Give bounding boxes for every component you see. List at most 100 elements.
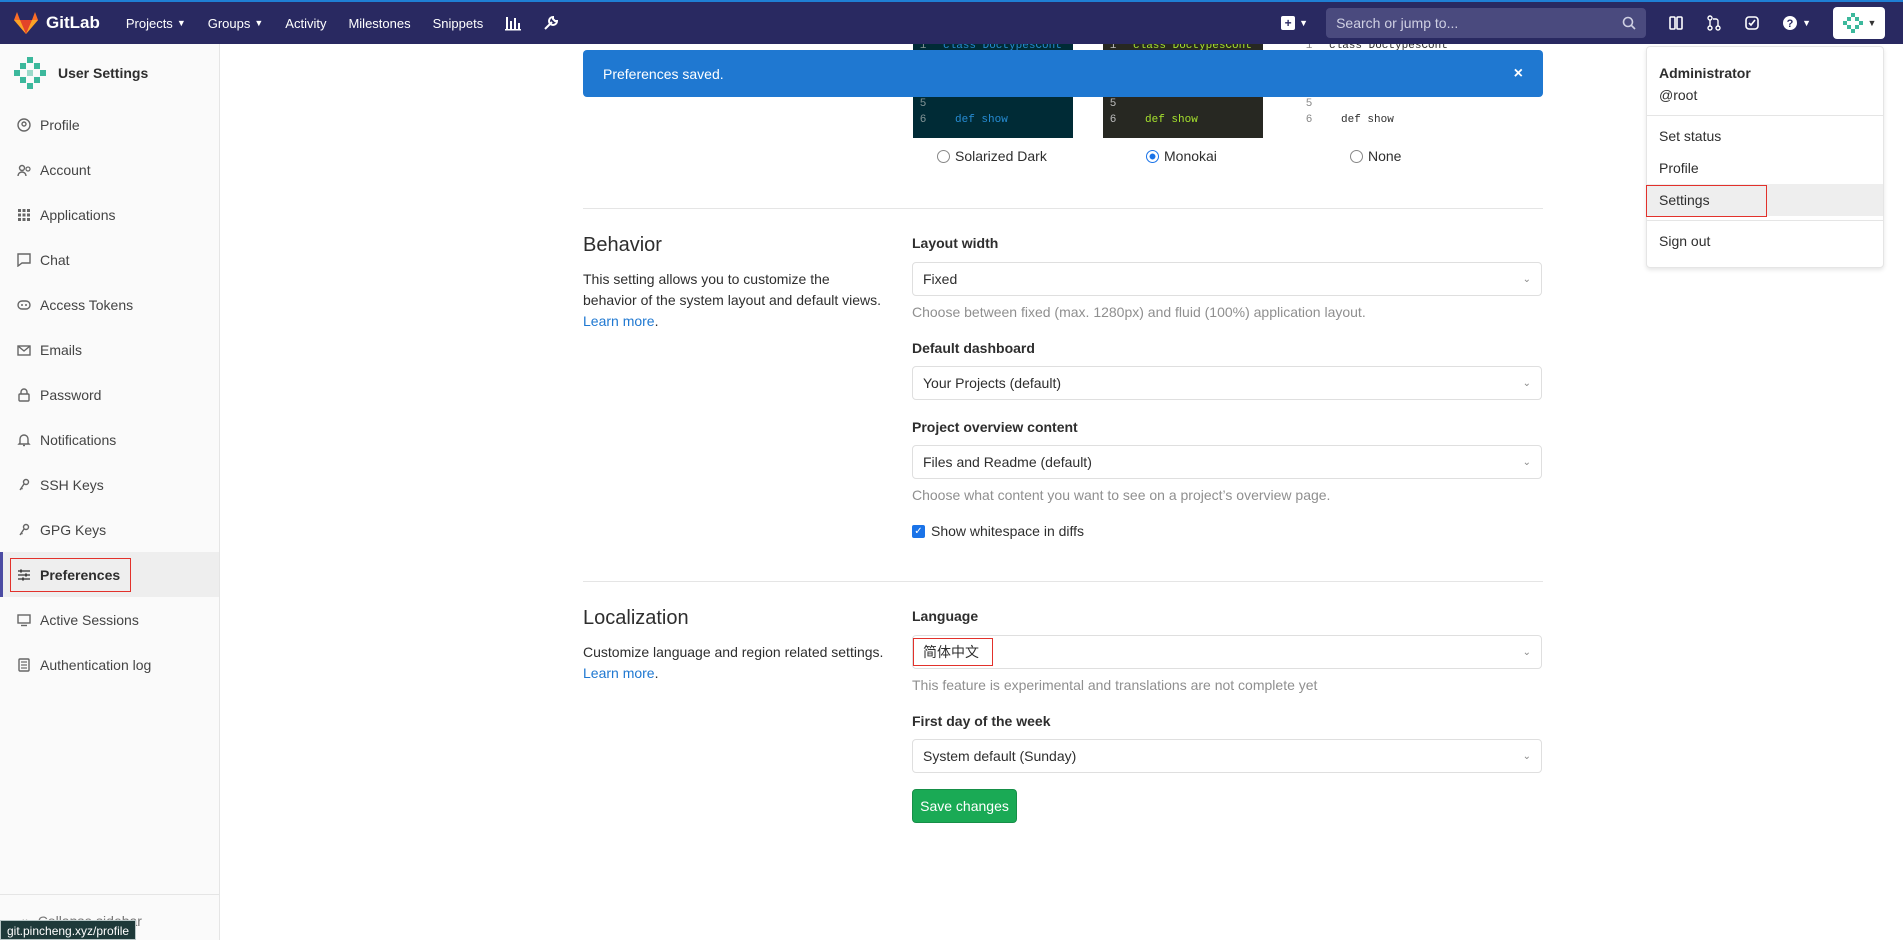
- nav-milestones[interactable]: Milestones: [348, 16, 410, 31]
- sidebar-item-emails[interactable]: Emails: [0, 327, 219, 372]
- save-changes-button[interactable]: Save changes: [912, 789, 1017, 823]
- sign-out-item[interactable]: Sign out: [1647, 225, 1883, 257]
- sidebar-item-applications[interactable]: Applications: [0, 192, 219, 237]
- behavior-title: Behavior: [583, 234, 662, 256]
- sidebar-item-notifications[interactable]: Notifications: [0, 417, 219, 462]
- whitespace-label: Show whitespace in diffs: [931, 523, 1085, 539]
- line-number: 6: [1109, 114, 1117, 126]
- todo-icon[interactable]: [1744, 15, 1760, 31]
- bell-icon: [16, 433, 32, 447]
- code-line: 6 def show: [1299, 112, 1459, 128]
- line-number: 6: [1305, 114, 1313, 126]
- code-text: def show: [955, 114, 1008, 126]
- sidebar-item-label: Access Tokens: [40, 296, 134, 313]
- code-text: def show: [1341, 114, 1394, 126]
- layout-width-select[interactable]: Fixed ⌄: [912, 262, 1542, 296]
- highlight-box: [913, 638, 993, 666]
- select-value: System default (Sunday): [923, 748, 1077, 764]
- radio-button[interactable]: [1350, 149, 1363, 163]
- sidebar-item-label: Applications: [40, 206, 116, 223]
- user-handle: @root: [1659, 87, 1698, 103]
- help-icon[interactable]: ? ▼: [1782, 15, 1811, 31]
- sidebar-item-chat[interactable]: Chat: [0, 237, 219, 282]
- chevron-down-icon: ▼: [254, 18, 264, 28]
- nav-snippets[interactable]: Snippets: [433, 16, 484, 31]
- wrench-icon[interactable]: [543, 15, 559, 31]
- log-icon: [16, 657, 32, 672]
- avatar: [1842, 13, 1863, 33]
- settings-item[interactable]: Settings: [1646, 184, 1883, 217]
- sidebar-item-access-tokens[interactable]: Access Tokens: [0, 282, 219, 327]
- sidebar-item-ssh-keys[interactable]: SSH Keys: [0, 462, 219, 507]
- behavior-learn-more-link[interactable]: Learn more: [583, 313, 655, 329]
- localization-description-text: Customize language and region related se…: [583, 644, 884, 660]
- nav-activity[interactable]: Activity: [285, 16, 326, 31]
- issues-icon[interactable]: [1668, 15, 1684, 31]
- account-icon: [16, 163, 32, 177]
- line-number: 5: [1305, 98, 1313, 110]
- close-icon[interactable]: ×: [1514, 65, 1523, 83]
- search-input[interactable]: Search or jump to...: [1326, 8, 1647, 38]
- gitlab-logo[interactable]: GitLab: [14, 12, 100, 34]
- localization-title: Localization: [583, 607, 689, 629]
- whitespace-checkbox-row[interactable]: ✓ Show whitespace in diffs: [912, 523, 1084, 539]
- period: .: [654, 313, 659, 329]
- sidebar-item-password[interactable]: Password: [0, 372, 219, 417]
- chart-icon[interactable]: [505, 15, 522, 31]
- chevron-down-icon: ▼: [1802, 18, 1811, 28]
- user-name: Administrator: [1659, 65, 1751, 81]
- chevron-down-icon: ▼: [1299, 18, 1309, 28]
- sidebar-item-label: Password: [40, 386, 102, 403]
- nav-groups[interactable]: Groups ▼: [208, 16, 264, 31]
- sidebar-item-preferences[interactable]: Preferences: [0, 552, 219, 597]
- chevron-down-icon: ⌄: [1522, 273, 1531, 285]
- mail-icon: [16, 343, 32, 357]
- sidebar-item-account[interactable]: Account: [0, 147, 219, 192]
- select-value: Your Projects (default): [923, 375, 1061, 391]
- search-placeholder: Search or jump to...: [1336, 15, 1459, 31]
- code-line: 6 def show: [913, 112, 1073, 128]
- checkbox-checked[interactable]: ✓: [912, 524, 925, 538]
- profile-item[interactable]: Profile: [1647, 152, 1883, 184]
- radio-button[interactable]: [937, 149, 950, 163]
- project-overview-select[interactable]: Files and Readme (default) ⌄: [912, 445, 1542, 479]
- sidebar-item-gpg-keys[interactable]: GPG Keys: [0, 507, 219, 552]
- sidebar-item-active-sessions[interactable]: Active Sessions: [0, 597, 219, 642]
- search-icon: [1622, 16, 1636, 30]
- nav-projects-label: Projects: [125, 15, 173, 31]
- new-item-dropdown[interactable]: + ▼: [1281, 16, 1308, 30]
- status-bar-url: git.pincheng.xyz/profile: [0, 920, 137, 940]
- sidebar-item-label: Account: [40, 161, 91, 178]
- code-line: 6 def show: [1103, 112, 1263, 128]
- first-day-select[interactable]: System default (Sunday) ⌄: [912, 739, 1542, 773]
- localization-learn-more-link[interactable]: Learn more: [583, 665, 655, 681]
- user-avatar-button[interactable]: ▼: [1833, 7, 1885, 39]
- monitor-icon: [16, 613, 32, 627]
- set-status-item[interactable]: Set status: [1647, 120, 1883, 152]
- radio-label: Monokai: [1164, 148, 1217, 164]
- sidebar-item-profile[interactable]: Profile: [0, 102, 219, 147]
- chevron-down-icon: ⌄: [1522, 377, 1531, 389]
- sidebar-item-label: GPG Keys: [40, 521, 107, 538]
- radio-solarized-dark[interactable]: Solarized Dark: [937, 148, 1047, 164]
- project-overview-help: Choose what content you want to see on a…: [912, 487, 1331, 503]
- nav-projects[interactable]: Projects ▼: [126, 16, 186, 31]
- sidebar-header[interactable]: User Settings: [0, 44, 219, 102]
- line-number: 5: [1109, 98, 1117, 110]
- gitlab-tanuki-icon: [14, 12, 38, 34]
- top-navbar: GitLab Projects ▼ Groups ▼ Activity Milest…: [0, 0, 1903, 44]
- merge-request-icon[interactable]: [1706, 15, 1722, 31]
- chevron-down-icon: ▼: [1867, 18, 1877, 28]
- localization-description: Customize language and region related se…: [583, 642, 903, 684]
- language-help: This feature is experimental and transla…: [912, 677, 1318, 693]
- radio-monokai[interactable]: Monokai: [1146, 148, 1217, 164]
- sidebar-item-authentication-log[interactable]: Authentication log: [0, 642, 219, 687]
- chevron-down-icon: ⌄: [1522, 750, 1531, 762]
- default-dashboard-select[interactable]: Your Projects (default) ⌄: [912, 366, 1542, 400]
- radio-none[interactable]: None: [1350, 148, 1401, 164]
- language-label: Language: [912, 608, 979, 624]
- language-select[interactable]: 简体中文 ⌄: [912, 635, 1542, 669]
- chat-icon: [16, 252, 32, 267]
- radio-button-checked[interactable]: [1146, 149, 1159, 163]
- code-line: 5: [1103, 96, 1263, 112]
